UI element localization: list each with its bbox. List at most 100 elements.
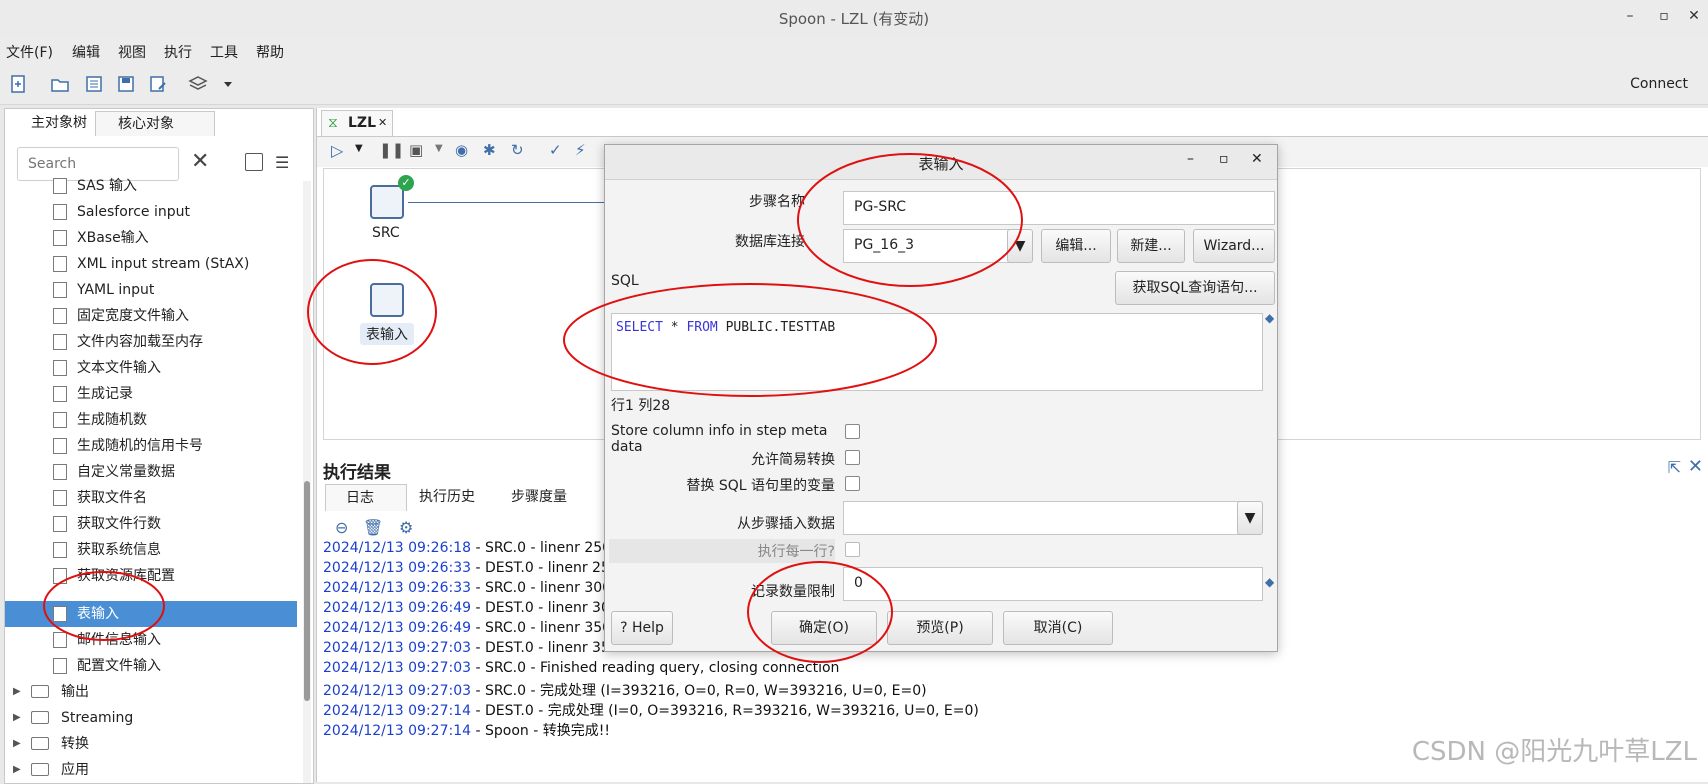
list-item[interactable]: 生成记录 (5, 381, 297, 407)
chevron-right-icon[interactable]: ▶ (13, 731, 21, 757)
list-item[interactable]: 生成随机的信用卡号 (5, 433, 297, 459)
folder-streaming[interactable]: ▶ Streaming (5, 705, 297, 731)
maximize-button[interactable]: ▫ (1654, 8, 1674, 26)
menu-tools[interactable]: 工具 (210, 42, 238, 62)
log-line: 2024/12/13 09:26:18 - SRC.0 - linenr 250… (323, 540, 638, 556)
tab-history[interactable]: 执行历史 (399, 484, 499, 510)
list-item[interactable]: Salesforce input (5, 199, 297, 225)
preview-icon[interactable]: ◉ (455, 141, 468, 159)
list-item[interactable]: YAML input (5, 277, 297, 303)
close-panel-icon[interactable]: ✕ (1688, 456, 1703, 477)
list-item[interactable]: 获取系统信息 (5, 537, 297, 563)
chevron-down-icon[interactable]: ▼ (435, 143, 443, 154)
tab-transformation[interactable]: ⧖ LZL ✕ (321, 110, 393, 137)
list-item[interactable]: 生成随机数 (5, 407, 297, 433)
clear-search-icon[interactable]: ✕ (191, 149, 209, 174)
scrollbar-thumb[interactable] (304, 481, 310, 701)
close-icon[interactable]: ✕ (1251, 151, 1263, 167)
get-sql-button[interactable]: 获取SQL查询语句... (1115, 271, 1275, 305)
run-icon[interactable]: ▷ (331, 141, 343, 160)
folder-application[interactable]: ▶ 应用 (5, 757, 297, 783)
limit-input[interactable]: 0 (843, 567, 1263, 601)
maximize-icon[interactable]: ▫ (1219, 151, 1229, 167)
list-item[interactable]: 获取资源库配置 (5, 563, 297, 589)
explore-repository-icon[interactable] (84, 74, 104, 94)
insert-from-dropdown-button[interactable]: ▼ (1237, 501, 1263, 535)
connect-button[interactable]: Connect (1630, 76, 1688, 92)
list-item[interactable]: XML input stream (StAX) (5, 251, 297, 277)
insert-from-step-select[interactable] (843, 501, 1243, 535)
debug-icon[interactable]: ✱ (483, 141, 496, 159)
list-item[interactable]: 获取文件行数 (5, 511, 297, 537)
list-item[interactable]: 配置文件输入 (5, 653, 297, 679)
table-input-dialog: 表输入 – ▫ ✕ 步骤名称 PG-SRC 数据库连接 PG_16_3 ▼ 编辑… (604, 144, 1278, 652)
layers-icon[interactable] (188, 74, 208, 94)
list-item[interactable]: XBase输入 (5, 225, 297, 251)
replace-variables-checkbox[interactable] (845, 476, 860, 491)
save-icon[interactable] (116, 74, 136, 94)
chevron-right-icon[interactable]: ▶ (13, 757, 21, 783)
ok-button[interactable]: 确定(O) (771, 611, 877, 645)
list-item[interactable]: 获取文件名 (5, 485, 297, 511)
menu-view[interactable]: 视图 (118, 42, 146, 62)
step-name-input[interactable]: PG-SRC (843, 191, 1275, 225)
sql-editor[interactable]: SELECT * FROM PUBLIC.TESTTAB (611, 313, 1263, 391)
tree-scrollbar[interactable] (303, 181, 311, 783)
preview-button[interactable]: 预览(P) (887, 611, 993, 645)
menu-file[interactable]: 文件(F) (6, 42, 53, 62)
folder-output[interactable]: ▶ 输出 (5, 679, 297, 705)
lazy-conversion-checkbox[interactable] (845, 450, 860, 465)
list-item[interactable]: 邮件信息输入 (5, 627, 297, 653)
list-view-icon[interactable]: ☰ (275, 153, 289, 172)
new-connection-button[interactable]: 新建... (1117, 229, 1185, 263)
list-item[interactable]: 固定宽度文件输入 (5, 303, 297, 329)
window-titlebar: Spoon - LZL (有变动) – ▫ ✕ (0, 0, 1708, 37)
save-as-icon[interactable] (148, 74, 168, 94)
menu-run[interactable]: 执行 (164, 42, 192, 62)
tab-log[interactable]: 日志 (325, 484, 407, 511)
trash-icon[interactable]: 🗑 (363, 518, 383, 537)
replay-icon[interactable]: ↻ (511, 141, 524, 159)
hop-line[interactable] (408, 202, 608, 203)
menu-help[interactable]: 帮助 (256, 42, 284, 62)
folder-transform[interactable]: ▶ 转换 (5, 731, 297, 757)
chevron-right-icon[interactable]: ▶ (13, 705, 21, 731)
table-input-icon (53, 606, 67, 622)
menu-edit[interactable]: 编辑 (72, 42, 100, 62)
stop-icon[interactable]: ▣ (409, 141, 423, 159)
gear-icon[interactable]: ⚙ (399, 518, 413, 537)
cancel-button[interactable]: 取消(C) (1003, 611, 1113, 645)
exec-each-row-checkbox[interactable] (845, 542, 860, 557)
minimize-button[interactable]: – (1620, 8, 1640, 26)
list-item[interactable]: 自定义常量数据 (5, 459, 297, 485)
clear-log-icon[interactable]: ⊖ (335, 518, 348, 537)
edit-connection-button[interactable]: 编辑... (1041, 229, 1111, 263)
table-input-icon[interactable] (370, 283, 404, 317)
db-connection-select[interactable]: PG_16_3 (843, 229, 1013, 263)
log-line: 2024/12/13 09:27:03 - SRC.0 - Finished r… (323, 660, 840, 676)
chevron-down-icon[interactable] (218, 74, 238, 94)
pause-icon[interactable]: ❚❚ (379, 141, 404, 159)
chevron-down-icon[interactable]: ▼ (355, 143, 363, 154)
list-item[interactable]: SAS 输入 (5, 173, 297, 199)
collapse-all-icon[interactable] (245, 153, 263, 171)
close-tab-icon[interactable]: ✕ (378, 116, 387, 129)
table-input-icon[interactable] (370, 185, 404, 219)
tab-step-metrics[interactable]: 步骤度量 (491, 484, 595, 510)
list-item[interactable]: 文件内容加载至内存 (5, 329, 297, 355)
close-window-button[interactable]: ✕ (1684, 8, 1704, 26)
tab-core-objects[interactable]: 核心对象 (95, 111, 215, 136)
wizard-button[interactable]: Wizard... (1193, 229, 1275, 263)
open-file-icon[interactable] (50, 74, 70, 94)
list-item[interactable]: 文本文件输入 (5, 355, 297, 381)
db-dropdown-button[interactable]: ▼ (1007, 229, 1033, 263)
store-column-checkbox[interactable] (845, 424, 860, 439)
impact-icon[interactable]: ⚡ (575, 141, 586, 159)
maximize-panel-icon[interactable]: ⇱ (1668, 458, 1681, 477)
new-file-icon[interactable] (8, 74, 28, 94)
verify-icon[interactable]: ✓ (549, 141, 562, 159)
help-button[interactable]: ? Help (611, 611, 673, 645)
minimize-icon[interactable]: – (1187, 151, 1194, 167)
chevron-right-icon[interactable]: ▶ (13, 679, 21, 705)
list-item-selected[interactable]: 表输入 (5, 601, 297, 627)
